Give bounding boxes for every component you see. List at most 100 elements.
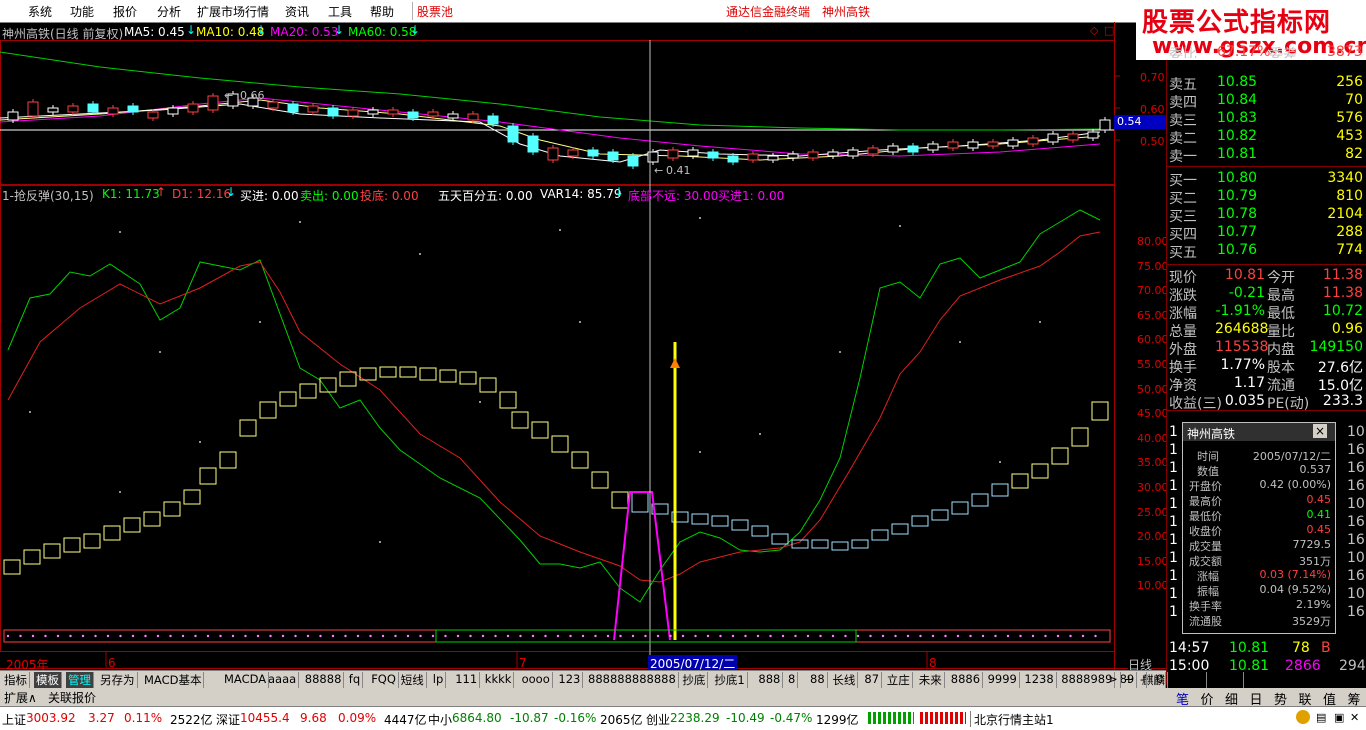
tab-8[interactable]: fq [347, 672, 364, 688]
chart-area[interactable]: 神州高铁(日线 前复权) MA5: 0.45 ↓ MA10: 0.48 ↓ MA… [0, 22, 1169, 673]
tab-19[interactable]: 888 [756, 672, 784, 688]
tab-23[interactable]: 87 [862, 672, 883, 688]
connection-icon[interactable] [1296, 710, 1310, 724]
tab-17[interactable]: 抄底 [680, 672, 709, 688]
tab-6[interactable]: aaaa [266, 672, 300, 688]
menu-quote[interactable]: 报价 [113, 3, 137, 20]
indicator-box [1051, 447, 1069, 465]
indicator-box [891, 523, 909, 535]
menu-news[interactable]: 资讯 [285, 3, 309, 20]
tab-15[interactable]: 123 [556, 672, 584, 688]
tab-16[interactable]: 888888888888 [586, 672, 679, 688]
sell-row[interactable]: 卖二 10.82 453 [1167, 128, 1366, 147]
indicator-box [771, 533, 789, 545]
close-icon[interactable]: × [1313, 424, 1327, 438]
tab-18[interactable]: 抄底1 [712, 672, 748, 688]
menu-tools[interactable]: 工具 [328, 3, 352, 20]
tab-2[interactable]: 管理 [66, 672, 94, 688]
stat-value: 0.035 [1224, 393, 1265, 409]
tab-nav-3[interactable]: 0 [1154, 672, 1167, 688]
tab-27[interactable]: 9999 [986, 672, 1020, 688]
tab-7[interactable]: 88888 [303, 672, 345, 688]
tab-21[interactable]: 88 [808, 672, 828, 688]
tab-nav-0[interactable]: > [1106, 672, 1121, 688]
tab-13[interactable]: kkkk [483, 672, 515, 688]
candlestick [527, 135, 539, 153]
diamond-icon[interactable]: ◇ [1090, 24, 1098, 37]
buy-row[interactable]: 买二 10.79 810 [1167, 188, 1366, 207]
menu-stock-pool[interactable]: 股票池 [417, 3, 453, 20]
buy-row[interactable]: 买一 10.80 3340 [1167, 170, 1366, 189]
stat-label: 最低 [1267, 306, 1295, 322]
tick-row-value: 16 [1347, 478, 1365, 494]
kline-info-popup[interactable]: 神州高铁 × 时间 2005/07/12/二 数值 0.537 开盘价 0.42 (0.0… [1182, 422, 1336, 634]
candlestick [467, 113, 479, 121]
tab-14[interactable]: oooo [520, 672, 553, 688]
tab-9[interactable]: FQQ [369, 672, 399, 688]
candlestick [627, 155, 639, 167]
server-name[interactable]: 北京行情主站1 [974, 711, 1054, 728]
square-icon[interactable]: □ [1104, 24, 1114, 37]
tab-28[interactable]: 1238 [1022, 672, 1057, 688]
sell-row[interactable]: 卖三 10.83 576 [1167, 110, 1366, 129]
candlestick [167, 107, 179, 115]
tab-nav-1[interactable]: + [1122, 672, 1137, 688]
menu-extended-market[interactable]: 扩展市场行情 [197, 3, 269, 20]
menu-function[interactable]: 功能 [70, 3, 94, 20]
tick-volume: 2866 [1285, 658, 1321, 674]
signal-dot [856, 634, 860, 638]
tab-33[interactable]: 大盘 [1216, 672, 1244, 688]
stat-row: 总量 264688 量比 0.96 [1167, 321, 1366, 340]
tab-related-quotes[interactable]: 关联报价 [48, 689, 96, 706]
signal-dot [356, 634, 360, 638]
menu-system[interactable]: 系统 [28, 3, 52, 20]
buy-volume: 3340 [1327, 170, 1363, 186]
tab-12[interactable]: 111 [453, 672, 481, 688]
chart-canvas[interactable] [0, 22, 1166, 670]
indicator-box [731, 519, 749, 531]
tab-4[interactable]: MACD基本 [142, 672, 205, 688]
signal-dot [1031, 634, 1035, 638]
sell-row[interactable]: 卖四 10.84 70 [1167, 92, 1366, 111]
tab-32[interactable]: 麒麟1 [1172, 672, 1208, 688]
signal-dot [894, 634, 897, 638]
window-icon[interactable]: ▣ [1334, 711, 1344, 724]
popup-row: 数值 0.537 [1187, 463, 1331, 478]
menu-icon[interactable]: ▤ [1316, 711, 1326, 724]
tab-extended[interactable]: 扩展∧ [4, 689, 37, 706]
x-axis-label: 6 [108, 656, 116, 670]
buy-price: 10.80 [1217, 170, 1258, 186]
buy-row[interactable]: 买三 10.78 2104 [1167, 206, 1366, 225]
ma10-label: MA10: 0.48 [196, 25, 265, 39]
tab-3[interactable]: 另存为 [98, 672, 138, 688]
popup-header[interactable]: 神州高铁 × [1183, 423, 1335, 441]
sz-index-change: 9.68 [300, 711, 327, 725]
tab-1[interactable]: 模板 [34, 672, 62, 688]
sell-row[interactable]: 卖五 10.85 256 [1167, 74, 1366, 93]
tab-25[interactable]: 未来 [917, 672, 945, 688]
tab-11[interactable]: lp [431, 672, 447, 688]
buy-level-label: 买二 [1169, 191, 1197, 207]
popup-row-value: 0.41 [1306, 508, 1332, 521]
tab-20[interactable]: 8 [786, 672, 799, 688]
stat-row: 收益(三) 0.035 PE(动) 233.3 [1167, 393, 1366, 412]
tab-10[interactable]: 短线 [399, 672, 427, 688]
tab-0[interactable]: 指标 [2, 672, 30, 688]
indicator-y-tick: 70.00 [1137, 284, 1169, 298]
tab-5[interactable]: MACDA [222, 672, 270, 688]
tab-nav-2[interactable]: - [1138, 672, 1148, 688]
signal-dot [6, 634, 10, 638]
close-icon[interactable]: ✕ [1350, 711, 1359, 724]
candlestick [587, 149, 599, 157]
tab-26[interactable]: 8886 [949, 672, 984, 688]
buy-row[interactable]: 买五 10.76 774 [1167, 242, 1366, 261]
menu-analysis[interactable]: 分析 [157, 3, 181, 20]
indicator-y-tick: 55.00 [1137, 358, 1169, 371]
sell-row[interactable]: 卖一 10.81 82 [1167, 146, 1366, 165]
stat-label: 涨幅 [1169, 306, 1197, 322]
tab-24[interactable]: 立庄 [885, 672, 913, 688]
indicator-box [419, 367, 437, 381]
menu-help[interactable]: 帮助 [370, 3, 394, 20]
tab-22[interactable]: 长线 [830, 672, 859, 688]
buy-row[interactable]: 买四 10.77 288 [1167, 224, 1366, 243]
